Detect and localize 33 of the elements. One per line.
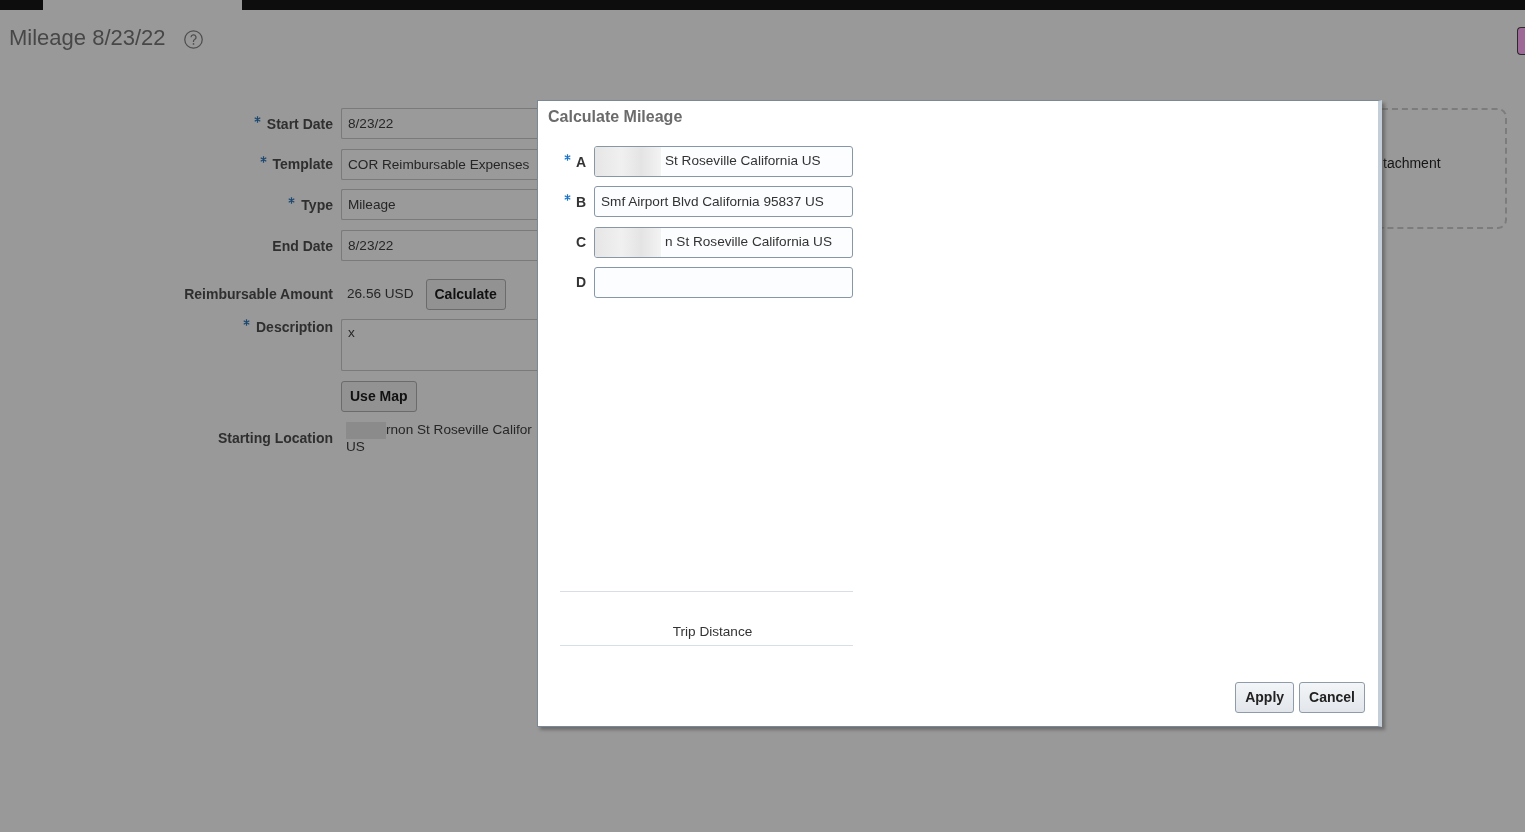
cancel-button[interactable]: Cancel [1299,682,1365,713]
stop-label: D [575,274,586,291]
address-field[interactable]: Smf Airport Blvd California 95837 US [594,186,853,218]
page-title: Mileage 8/23/22 [9,24,166,51]
field-label: Starting Location [217,430,333,447]
address-field[interactable]: n St Roseville California US [594,226,853,258]
stop-label: C [575,234,586,251]
field-label: Start Date [266,115,333,132]
map-button[interactable]: Use Map [341,381,417,413]
drop-zone-text: tachment [1383,155,1441,171]
dialog-title: Calculate Mileage [547,107,684,127]
stop-label: A [575,153,586,170]
toolbar-button[interactable] [1517,27,1525,55]
stop-label: B [575,193,586,210]
location-text: rnon St Roseville Califor [386,422,532,439]
help-icon[interactable] [183,30,203,49]
field-label: Description [256,319,333,336]
address-field[interactable]: St Roseville California US [594,146,853,177]
location-text: US [346,438,365,455]
field-label: Type [301,196,333,213]
field-label: Template [272,156,333,173]
calculate-button[interactable]: Calculate [425,278,506,310]
input-field[interactable]: Mileage [341,189,537,221]
input-field[interactable]: COR Reimbursable Expenses [341,148,537,180]
description-field[interactable]: x [341,319,537,372]
field-label: Reimbursable Amount [184,286,333,303]
column-header: Trip Distance [672,624,753,640]
address-field[interactable] [594,266,853,298]
apply-button[interactable]: Apply [1235,682,1295,713]
amount-text: 26.56 USD [346,285,414,304]
input-field[interactable]: 8/23/22 [341,230,537,262]
field-label: End Date [272,237,333,254]
input-field[interactable]: 8/23/22 [341,108,537,139]
